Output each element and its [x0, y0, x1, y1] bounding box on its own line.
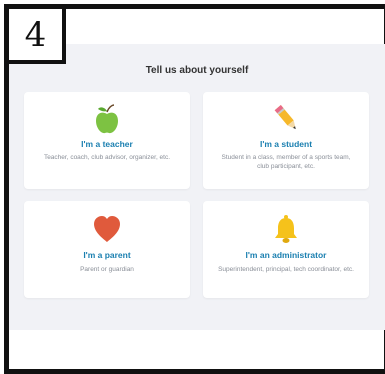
apple-icon: [24, 103, 190, 135]
card-description: Superintendent, principal, tech coordina…: [218, 266, 354, 273]
pencil-icon: [203, 103, 369, 135]
card-description: Parent or guardian: [80, 266, 134, 273]
card-description: Teacher, coach, club advisor, organizer,…: [43, 154, 171, 161]
teacher-role-card[interactable]: I'm a teacher Teacher, coach, club advis…: [24, 92, 190, 189]
card-title: I'm a student: [259, 139, 313, 149]
student-role-card[interactable]: I'm a student Student in a class, member…: [203, 92, 369, 189]
step-number-badge: 4: [9, 9, 66, 64]
card-description: Student in a class, member of a sports t…: [221, 154, 351, 170]
bell-icon: [203, 214, 369, 246]
page-heading: Tell us about yourself: [145, 65, 249, 76]
card-title: I'm a parent: [83, 250, 131, 260]
card-title: I'm an administrator: [245, 250, 327, 260]
heart-icon: [24, 214, 190, 246]
administrator-role-card[interactable]: I'm an administrator Superintendent, pri…: [203, 201, 369, 298]
parent-role-card[interactable]: I'm a parent Parent or guardian: [24, 201, 190, 298]
card-title: I'm a teacher: [81, 139, 133, 149]
